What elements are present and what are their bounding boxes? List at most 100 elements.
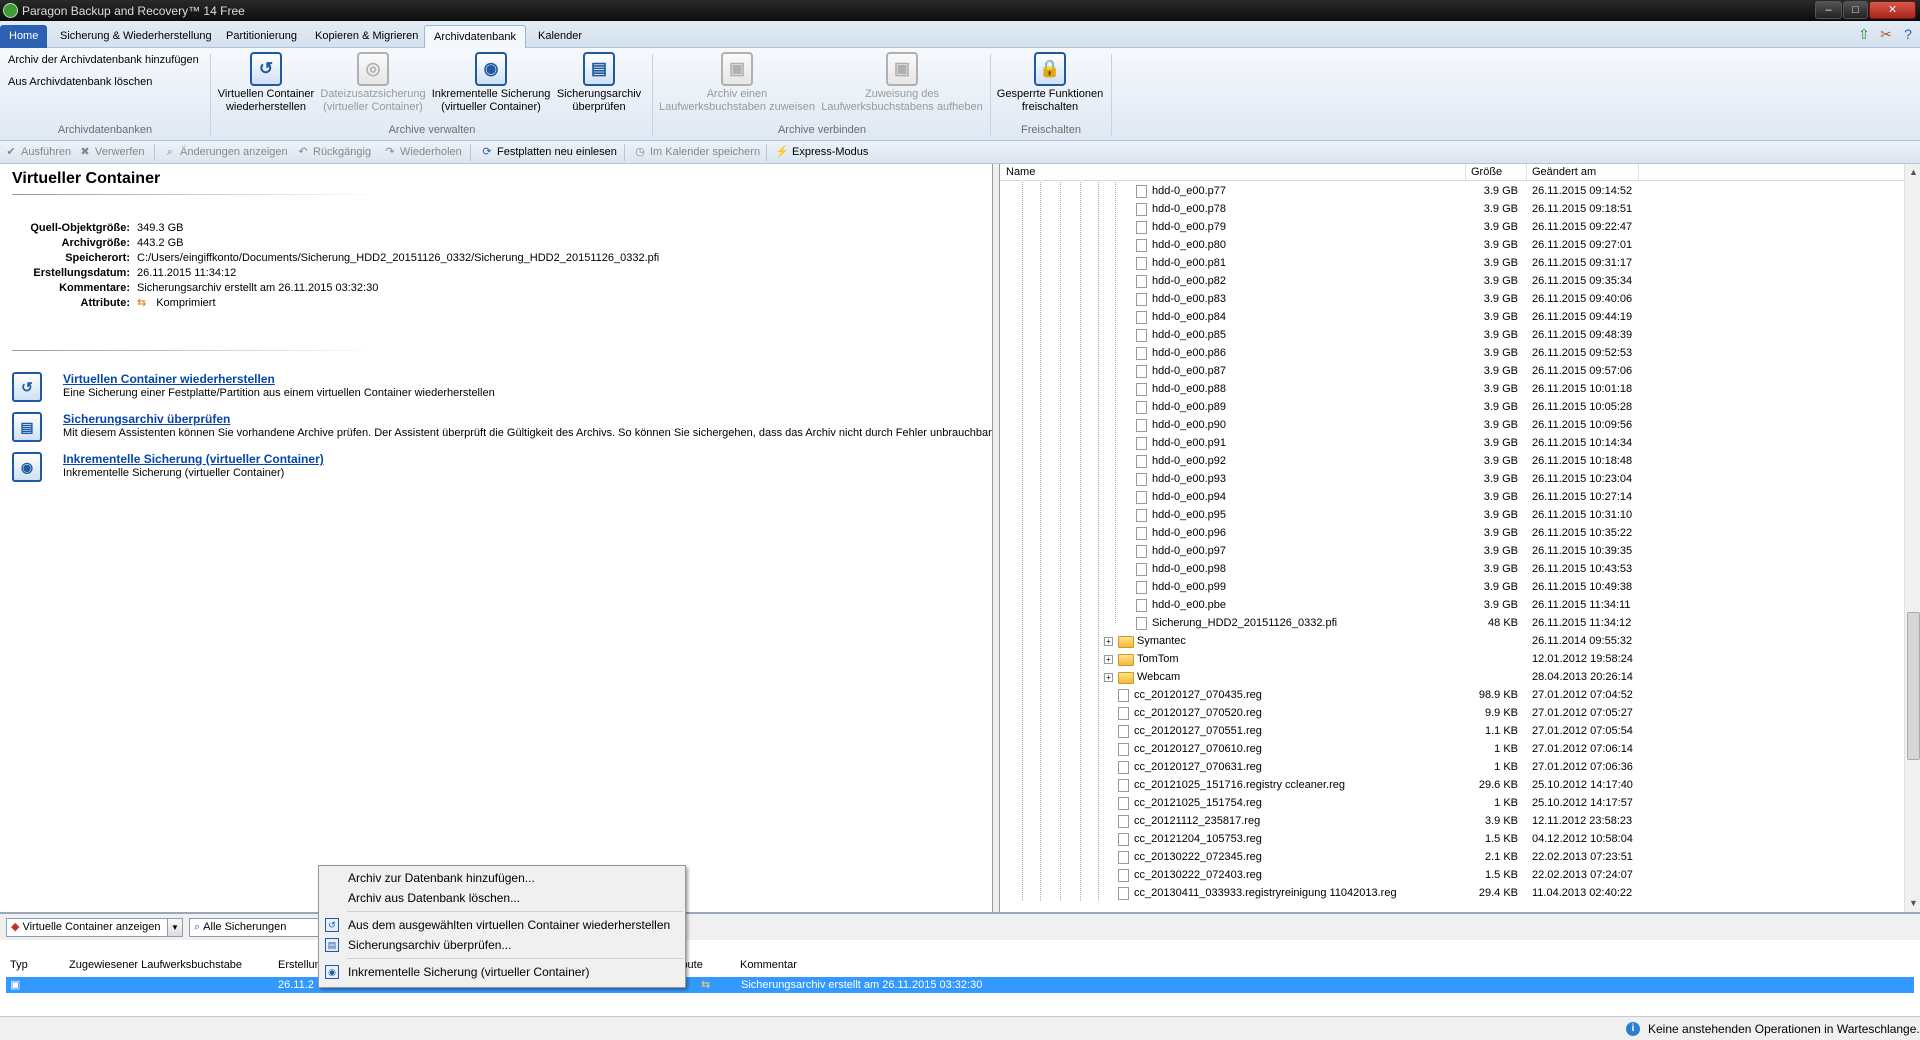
file-row[interactable]: hdd-0_e00.pbe 3.9 GB 26.11.2015 11:34:11 (1000, 596, 1904, 614)
file-row[interactable]: cc_20121112_235817.reg 3.9 KB 12.11.2012 2… (1000, 812, 1904, 830)
file-row[interactable]: hdd-0_e00.p83 3.9 GB 26.11.2015 09:40:06 (1000, 290, 1904, 308)
file-icon (1118, 815, 1129, 828)
delete-archive-link[interactable]: Aus Archivdatenbank löschen (8, 76, 152, 88)
file-row[interactable]: hdd-0_e00.p98 3.9 GB 26.11.2015 10:43:53 (1000, 560, 1904, 578)
file-row[interactable]: Sicherung_HDD2_20151126_0332.pfi 48 KB 26.… (1000, 614, 1904, 632)
unassign-drive-button[interactable]: ▣ Zuweisung des Laufwerksbuchstabens auf… (818, 52, 986, 114)
file-row[interactable]: hdd-0_e00.p95 3.9 GB 26.11.2015 10:31:10 (1000, 506, 1904, 524)
file-row[interactable]: hdd-0_e00.p93 3.9 GB 26.11.2015 10:23:04 (1000, 470, 1904, 488)
file-row[interactable]: hdd-0_e00.p79 3.9 GB 26.11.2015 09:22:47 (1000, 218, 1904, 236)
scroll-down-arrow[interactable]: ▼ (1905, 895, 1920, 912)
filter-combo[interactable]: ⌕ Alle Sicherungen (189, 918, 319, 937)
file-row[interactable]: hdd-0_e00.p89 3.9 GB 26.11.2015 10:05:28 (1000, 398, 1904, 416)
file-row[interactable]: cc_20120127_070610.reg 1 KB 27.01.2012 07:… (1000, 740, 1904, 758)
archive-row-selected[interactable]: ▣ 26.11.2 ⇆ Sicherungsarchiv erstellt am… (6, 977, 1914, 993)
tools-icon[interactable]: ✂ (1877, 25, 1895, 43)
action-verify-link[interactable]: Sicherungsarchiv überprüfen (63, 412, 230, 426)
file-row[interactable]: cc_20121204_105753.reg 1.5 KB 04.12.2012 1… (1000, 830, 1904, 848)
column-name[interactable]: Name (1006, 166, 1035, 178)
chevron-down-icon[interactable]: ▼ (167, 919, 182, 936)
file-row[interactable]: hdd-0_e00.p88 3.9 GB 26.11.2015 10:01:18 (1000, 380, 1904, 398)
column-typ[interactable]: Typ (10, 959, 28, 971)
maximize-button[interactable]: □ (1843, 1, 1868, 19)
menu-item-incremental[interactable]: Inkrementelle Sicherung (virtueller Cont… (348, 965, 589, 979)
file-backup-button[interactable]: ◎ Dateizusatzsicherung (virtueller Conta… (318, 52, 428, 114)
verify-archive-button[interactable]: ▤ Sicherungsarchiv überprüfen (554, 52, 644, 114)
save-to-calendar-button[interactable]: ◷ Im Kalender speichern (633, 144, 760, 160)
scrollbar-thumb[interactable] (1907, 612, 1920, 760)
file-row[interactable]: hdd-0_e00.p97 3.9 GB 26.11.2015 10:39:35 (1000, 542, 1904, 560)
add-archive-link[interactable]: Archiv der Archivdatenbank hinzufügen (8, 54, 199, 66)
expand-icon[interactable]: + (1104, 673, 1113, 682)
tab-sicherung[interactable]: Sicherung & Wiederherstellung (51, 25, 221, 48)
tab-archivdatenbank[interactable]: Archivdatenbank (424, 25, 526, 48)
restore-vd-button[interactable]: ↺ Virtuellen Container wiederherstellen (216, 52, 316, 114)
action-incremental-link[interactable]: Inkrementelle Sicherung (virtueller Cont… (63, 452, 324, 466)
tab-home[interactable]: Home (0, 25, 48, 48)
file-modified: 12.11.2012 23:58:23 (1532, 815, 1633, 827)
file-row[interactable]: cc_20130222_072403.reg 1.5 KB 22.02.2013 0… (1000, 866, 1904, 884)
column-size[interactable]: Größe (1471, 166, 1502, 178)
file-row[interactable]: hdd-0_e00.p82 3.9 GB 26.11.2015 09:35:34 (1000, 272, 1904, 290)
execute-button[interactable]: ✔ Ausführen (4, 144, 71, 160)
file-row[interactable]: hdd-0_e00.p99 3.9 GB 26.11.2015 10:49:38 (1000, 578, 1904, 596)
tab-partitionierung[interactable]: Partitionierung (217, 25, 306, 48)
folder-row[interactable]: + TomTom 12.01.2012 19:58:24 (1000, 650, 1904, 668)
file-modified: 27.01.2012 07:04:52 (1532, 689, 1633, 701)
close-button[interactable]: ✕ (1869, 1, 1916, 19)
file-row[interactable]: hdd-0_e00.p81 3.9 GB 26.11.2015 09:31:17 (1000, 254, 1904, 272)
expand-icon[interactable]: + (1104, 655, 1113, 664)
file-row[interactable]: cc_20120127_070435.reg 98.9 KB 27.01.2012 … (1000, 686, 1904, 704)
file-row[interactable]: cc_20120127_070631.reg 1 KB 27.01.2012 07:… (1000, 758, 1904, 776)
file-row[interactable]: hdd-0_e00.p80 3.9 GB 26.11.2015 09:27:01 (1000, 236, 1904, 254)
assign-drive-button[interactable]: ▣ Archiv einen Laufwerksbuchstaben zuwei… (657, 52, 817, 114)
expand-icon[interactable]: + (1104, 637, 1113, 646)
file-row[interactable]: cc_20130222_072345.reg 2.1 KB 22.02.2013 0… (1000, 848, 1904, 866)
file-row[interactable]: hdd-0_e00.p86 3.9 GB 26.11.2015 09:52:53 (1000, 344, 1904, 362)
file-row[interactable]: hdd-0_e00.p90 3.9 GB 26.11.2015 10:09:56 (1000, 416, 1904, 434)
file-row[interactable]: cc_20120127_070520.reg 9.9 KB 27.01.2012 0… (1000, 704, 1904, 722)
folder-row[interactable]: + Webcam 28.04.2013 20:26:14 (1000, 668, 1904, 686)
help-icon[interactable]: ? (1899, 25, 1917, 43)
column-modified[interactable]: Geändert am (1532, 166, 1596, 178)
undo-button[interactable]: ↶ Rückgängig (296, 144, 371, 160)
file-row[interactable]: hdd-0_e00.p92 3.9 GB 26.11.2015 10:18:48 (1000, 452, 1904, 470)
menu-item-verify[interactable]: Sicherungsarchiv überprüfen... (348, 938, 511, 952)
show-changes-button[interactable]: ⌕ Änderungen anzeigen (163, 144, 288, 160)
file-row[interactable]: cc_20120127_070551.reg 1.1 KB 27.01.2012 0… (1000, 722, 1904, 740)
file-row[interactable]: hdd-0_e00.p85 3.9 GB 26.11.2015 09:48:39 (1000, 326, 1904, 344)
column-kommentar[interactable]: Kommentar (740, 959, 797, 971)
menu-item-delete-archive[interactable]: Archiv aus Datenbank löschen... (348, 891, 520, 905)
discard-button[interactable]: ✖ Verwerfen (78, 144, 144, 160)
action-restore-link[interactable]: Virtuellen Container wiederherstellen (63, 372, 275, 386)
redo-button[interactable]: ↷ Wiederholen (383, 144, 461, 160)
file-icon (1136, 473, 1147, 486)
minimize-button[interactable]: – (1815, 1, 1842, 19)
file-row[interactable]: cc_20121025_151716.registry ccleaner.reg… (1000, 776, 1904, 794)
file-row[interactable]: hdd-0_e00.p91 3.9 GB 26.11.2015 10:14:34 (1000, 434, 1904, 452)
file-row[interactable]: cc_20130411_033933.registryreinigung 110… (1000, 884, 1904, 902)
tab-kopieren[interactable]: Kopieren & Migrieren (306, 25, 427, 48)
file-row[interactable]: hdd-0_e00.p78 3.9 GB 26.11.2015 09:18:51 (1000, 200, 1904, 218)
vertical-scrollbar[interactable]: ▲ ▼ (1904, 164, 1920, 912)
unlock-features-button[interactable]: 🔒 Gesperrte Funktionen freischalten (994, 52, 1106, 114)
file-row[interactable]: hdd-0_e00.p96 3.9 GB 26.11.2015 10:35:22 (1000, 524, 1904, 542)
menu-item-restore[interactable]: Aus dem ausgewählten virtuellen Containe… (348, 918, 670, 932)
file-row[interactable]: hdd-0_e00.p94 3.9 GB 26.11.2015 10:27:14 (1000, 488, 1904, 506)
view-combo[interactable]: ◆ Virtuelle Container anzeigen ▼ (6, 918, 183, 937)
tab-kalender[interactable]: Kalender (529, 25, 591, 48)
vd-type-icon: ▣ (10, 979, 21, 991)
file-row[interactable]: hdd-0_e00.p87 3.9 GB 26.11.2015 09:57:06 (1000, 362, 1904, 380)
file-row[interactable]: hdd-0_e00.p84 3.9 GB 26.11.2015 09:44:19 (1000, 308, 1904, 326)
file-row[interactable]: cc_20121025_151754.reg 1 KB 25.10.2012 14:… (1000, 794, 1904, 812)
incremental-backup-button[interactable]: ◉ Inkrementelle Sicherung (virtueller Co… (430, 52, 552, 114)
update-icon[interactable]: ⇧ (1855, 25, 1873, 43)
scroll-up-arrow[interactable]: ▲ (1905, 164, 1920, 181)
column-laufwerk[interactable]: Zugewiesener Laufwerksbuchstabe (69, 959, 242, 971)
menu-item-add-archive[interactable]: Archiv zur Datenbank hinzufügen... (348, 871, 535, 885)
express-mode-button[interactable]: ⚡ Express-Modus (775, 144, 868, 160)
folder-row[interactable]: + Symantec 26.11.2014 09:55:32 (1000, 632, 1904, 650)
rescan-disks-button[interactable]: ⟳ Festplatten neu einlesen (480, 144, 616, 160)
file-row[interactable]: hdd-0_e00.p77 3.9 GB 26.11.2015 09:14:52 (1000, 182, 1904, 200)
file-modified: 26.11.2015 09:35:34 (1532, 275, 1633, 287)
